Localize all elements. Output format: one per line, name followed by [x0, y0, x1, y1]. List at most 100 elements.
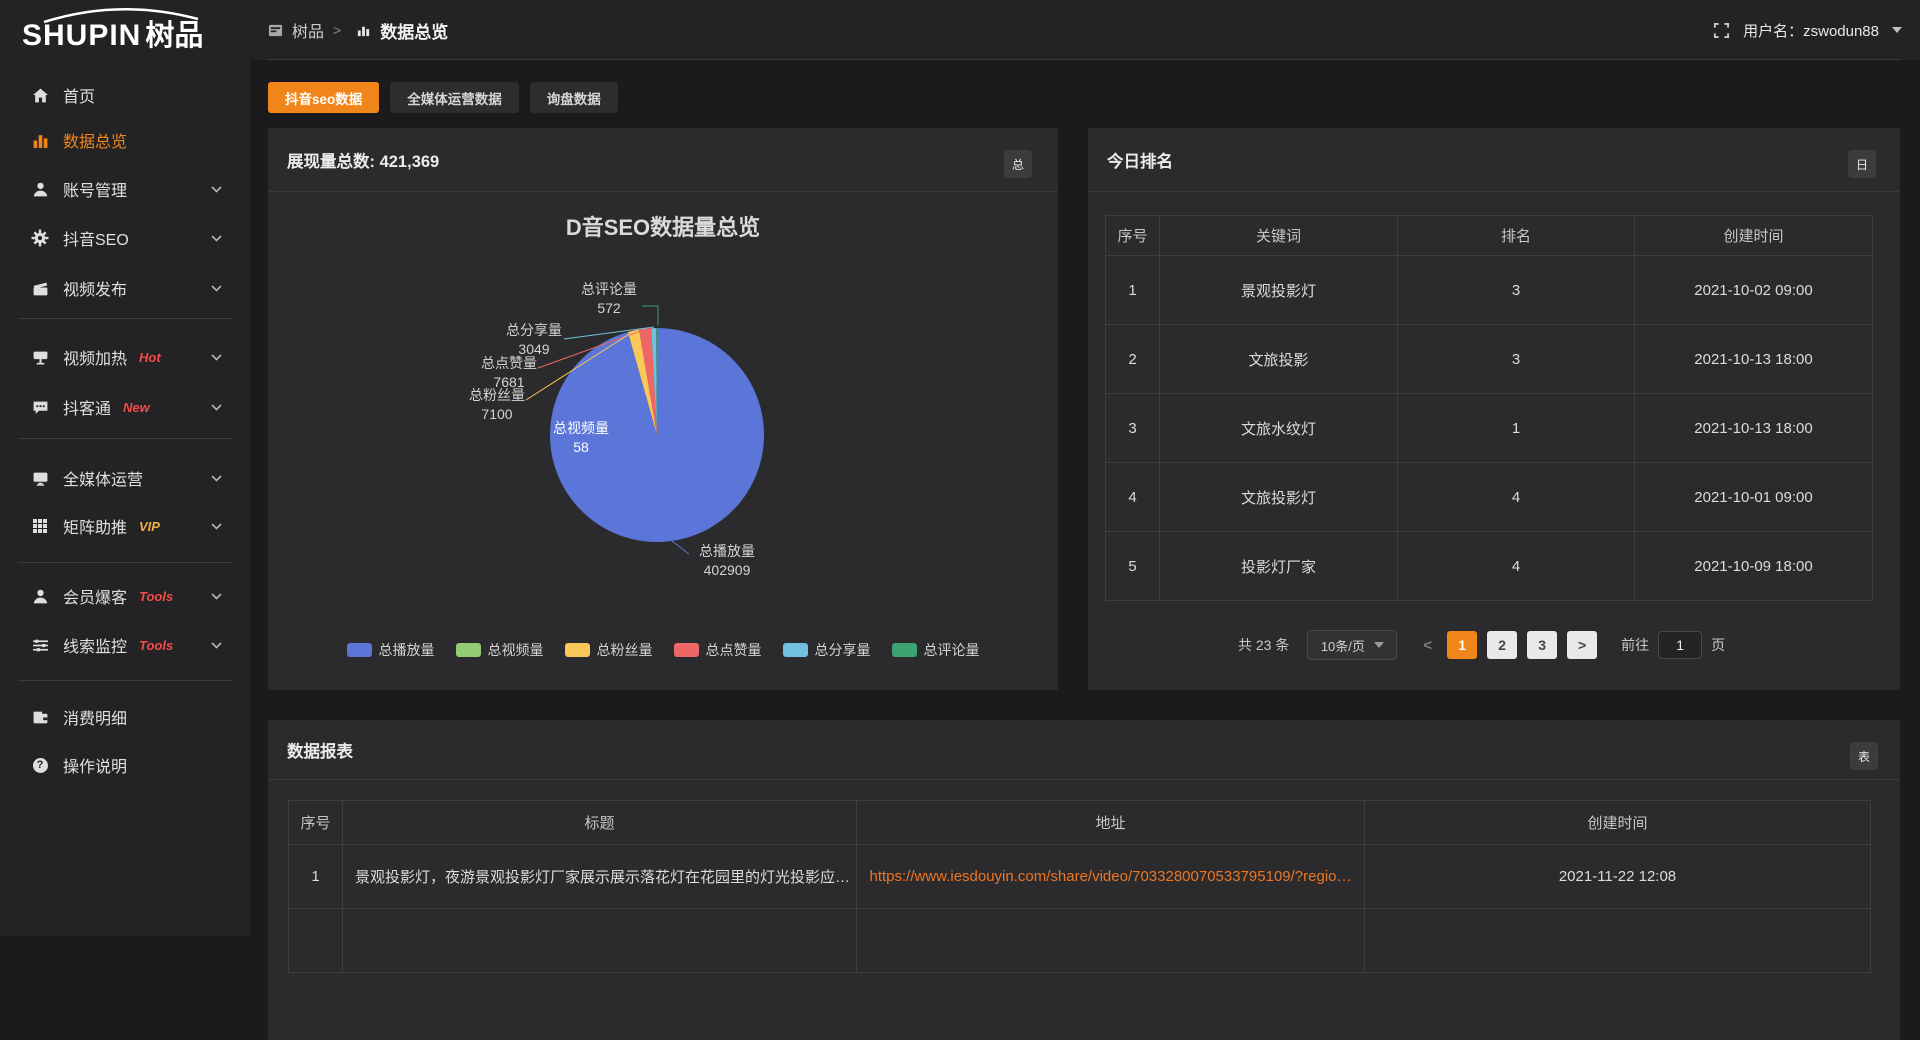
- sidebar-item-label: 操作说明: [63, 753, 127, 777]
- grid-icon: [30, 518, 50, 534]
- legend-item-comments[interactable]: 总评论量: [892, 640, 980, 660]
- chevron-down-icon: [211, 285, 222, 292]
- total-view-button[interactable]: 总: [1004, 150, 1032, 178]
- user-area: 用户名：zswodun88: [1713, 0, 1902, 60]
- question-icon: ?: [30, 758, 50, 773]
- leader-line-play: [672, 541, 689, 554]
- select-caret-icon: [1374, 642, 1384, 648]
- tab-inquiry[interactable]: 询盘数据: [530, 82, 618, 113]
- rank-panel-header: 今日排名: [1088, 128, 1900, 192]
- pie-legend: 总播放量 总视频量 总粉丝量 总点赞量 总分享量 总评论量: [268, 640, 1058, 660]
- video-title-cell: 景观投影灯，夜游景观投影灯厂家展示展示落花灯在花园里的灯光投影应用效果 #: [343, 845, 857, 909]
- sidebar-item-label: 数据总览: [63, 128, 127, 152]
- sidebar-item-doukotong[interactable]: 抖客通 New: [0, 383, 250, 431]
- sidebar-item-member-burst[interactable]: 会员爆客 Tools: [0, 572, 250, 620]
- legend-swatch: [674, 643, 699, 657]
- vip-badge: VIP: [139, 519, 160, 534]
- sidebar-item-lead-monitor[interactable]: 线索监控 Tools: [0, 621, 250, 669]
- rank-table: 序号 关键词 排名 创建时间 1景观投影灯 32021-10-02 09:00 …: [1105, 215, 1873, 601]
- col-url: 地址: [857, 801, 1365, 845]
- sidebar-item-media-operation[interactable]: 全媒体运营: [0, 454, 250, 502]
- sidebar-item-label: 抖音SEO: [63, 226, 129, 250]
- table-view-button[interactable]: 表: [1850, 742, 1878, 770]
- username-label[interactable]: 用户名：zswodun88: [1743, 20, 1879, 41]
- prev-page-button[interactable]: <: [1423, 637, 1432, 654]
- fullscreen-icon[interactable]: [1713, 22, 1730, 39]
- page-numbers: 1 2 3 >: [1447, 631, 1597, 659]
- table-row: 2文旅投影 32021-10-13 18:00: [1106, 325, 1873, 394]
- sidebar-item-data-overview[interactable]: 数据总览: [0, 116, 250, 164]
- monitor-icon: [30, 470, 50, 487]
- chevron-down-icon: [211, 186, 222, 193]
- sidebar-item-label: 视频加热: [63, 345, 127, 369]
- overview-panel-header: 展现量总数: 421,369: [268, 128, 1058, 192]
- daily-view-button[interactable]: 日: [1848, 150, 1876, 178]
- tab-douyin-seo[interactable]: 抖音seo数据: [268, 82, 379, 113]
- goto-page-input[interactable]: [1658, 631, 1702, 659]
- today-rank-panel: 今日排名 日 序号 关键词 排名 创建时间 1景观投影灯 32021-10-02…: [1088, 128, 1900, 690]
- user-menu-caret-icon[interactable]: [1892, 27, 1902, 33]
- clapperboard-icon: [30, 280, 50, 297]
- chevron-down-icon: [211, 475, 222, 482]
- sidebar-item-label: 消费明细: [63, 705, 127, 729]
- sidebar-item-label: 账号管理: [63, 177, 127, 201]
- tab-media-operation[interactable]: 全媒体运营数据: [390, 82, 519, 113]
- logo-arc: [30, 4, 220, 24]
- pie-label-comments: 总评论量572: [574, 280, 644, 318]
- sidebar-item-help[interactable]: ? 操作说明: [0, 741, 250, 789]
- sidebar-item-video-heat[interactable]: 视频加热 Hot: [0, 333, 250, 381]
- breadcrumb-current: 数据总览: [380, 18, 448, 43]
- table-row: 5投影灯厂家 42021-10-09 18:00: [1106, 532, 1873, 601]
- page-button-3[interactable]: 3: [1527, 631, 1557, 659]
- data-tabs: 抖音seo数据 全媒体运营数据 询盘数据: [268, 82, 618, 113]
- page-button-1[interactable]: 1: [1447, 631, 1477, 659]
- sidebar-item-label: 视频发布: [63, 276, 127, 300]
- chevron-down-icon: [211, 523, 222, 530]
- report-table: 序号 标题 地址 创建时间 1 景观投影灯，夜游景观投影灯厂家展示展示落花灯在花…: [288, 800, 1871, 973]
- app-logo: SHUPIN树品: [22, 12, 242, 52]
- leader-line-comments: [642, 306, 658, 325]
- sidebar-item-label: 线索监控: [63, 633, 127, 657]
- sidebar-item-home[interactable]: 首页: [0, 71, 250, 119]
- chevron-down-icon: [211, 593, 222, 600]
- total-count-label: 共 23 条: [1238, 635, 1289, 655]
- hot-badge: Hot: [139, 350, 161, 365]
- legend-item-shares[interactable]: 总分享量: [783, 640, 871, 660]
- legend-swatch: [783, 643, 808, 657]
- next-page-button[interactable]: >: [1567, 631, 1597, 659]
- sidebar-item-label: 矩阵助推: [63, 514, 127, 538]
- sidebar-item-account[interactable]: 账号管理: [0, 165, 250, 213]
- page-size-select[interactable]: 10条/页: [1307, 630, 1397, 660]
- pie-label-videos: 总视频量58: [545, 419, 617, 457]
- breadcrumb-separator: >: [333, 22, 341, 38]
- dashboard-icon: [268, 23, 283, 38]
- overview-panel: 展现量总数: 421,369 总 D音SEO数据量总览 总评论量572 总分享量…: [268, 128, 1058, 690]
- chevron-down-icon: [211, 404, 222, 411]
- rank-panel-title: 今日排名: [1107, 148, 1173, 172]
- page-button-2[interactable]: 2: [1487, 631, 1517, 659]
- goto-label: 前往: [1621, 635, 1649, 655]
- legend-item-likes[interactable]: 总点赞量: [674, 640, 762, 660]
- sidebar-item-matrix-boost[interactable]: 矩阵助推 VIP: [0, 502, 250, 550]
- top-bar: SHUPIN树品 树品 > 数据总览 用户名：zswodun88: [0, 0, 1920, 60]
- user-icon: [30, 181, 50, 198]
- gear-icon: [30, 229, 50, 247]
- chevron-down-icon: [211, 235, 222, 242]
- bar-chart-icon: [356, 23, 371, 38]
- pie-label-play: 总播放量402909: [688, 542, 766, 580]
- sidebar-item-douyin-seo[interactable]: 抖音SEO: [0, 214, 250, 262]
- legend-item-play[interactable]: 总播放量: [347, 640, 435, 660]
- new-badge: New: [123, 400, 150, 415]
- breadcrumb-root[interactable]: 树品: [292, 18, 324, 42]
- tools-badge: Tools: [139, 589, 173, 604]
- sidebar-item-video-publish[interactable]: 视频发布: [0, 264, 250, 312]
- chat-bubble-icon: [30, 399, 50, 416]
- legend-item-fans[interactable]: 总粉丝量: [565, 640, 653, 660]
- video-link[interactable]: https://www.iesdouyin.com/share/video/70…: [870, 868, 1352, 885]
- sidebar-item-label: 全媒体运营: [63, 466, 143, 490]
- sidebar-item-spend-detail[interactable]: 消费明细: [0, 693, 250, 741]
- col-rank: 排名: [1398, 216, 1635, 256]
- legend-item-videos[interactable]: 总视频量: [456, 640, 544, 660]
- pie-chart-title: D音SEO数据量总览: [268, 210, 1058, 242]
- sidebar-divider: [18, 680, 232, 681]
